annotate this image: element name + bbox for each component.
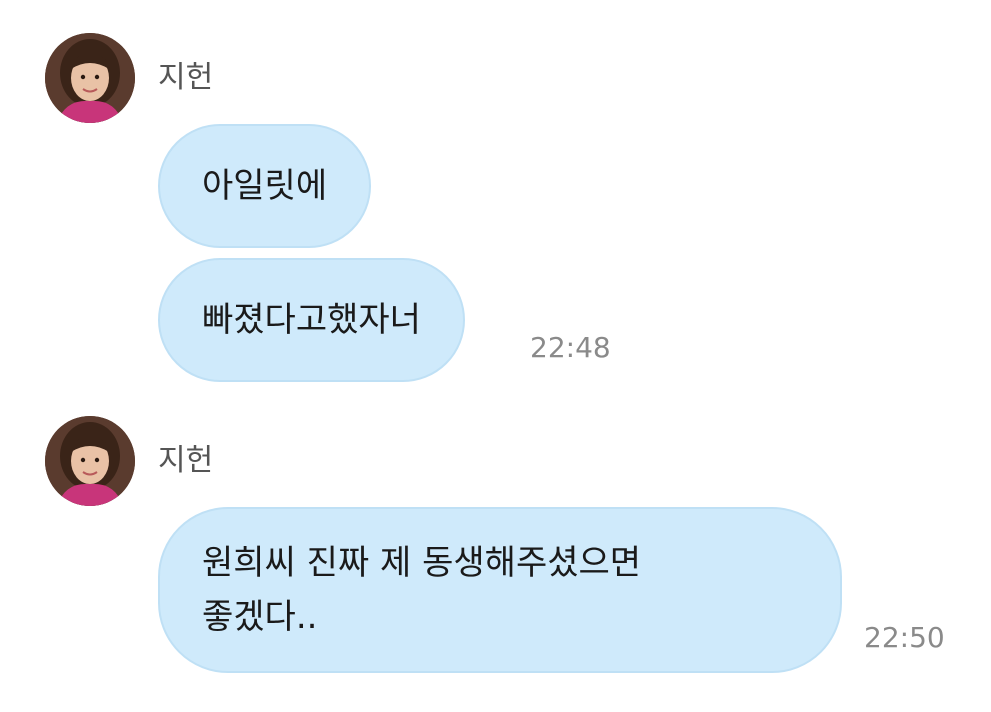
message-timestamp: 22:50	[864, 621, 945, 654]
sender-name: 지헌	[158, 443, 214, 478]
message-text: 원희씨 진짜 제 동생해주셨으면 좋겠다..	[202, 543, 642, 637]
sender-name: 지헌	[158, 60, 214, 95]
message-bubble[interactable]: 아일릿에	[158, 124, 372, 248]
avatar-photo-icon	[45, 416, 135, 506]
avatar-photo-icon	[45, 33, 135, 123]
message-text: 빠졌다고했자너	[202, 300, 421, 340]
sender-avatar[interactable]	[45, 416, 135, 506]
message-bubble[interactable]: 원희씨 진짜 제 동생해주셨으면 좋겠다..	[158, 507, 842, 673]
message-text: 아일릿에	[202, 166, 328, 206]
message-bubble[interactable]: 빠졌다고했자너	[158, 258, 465, 382]
message-timestamp: 22:48	[530, 331, 611, 364]
sender-avatar[interactable]	[45, 33, 135, 123]
